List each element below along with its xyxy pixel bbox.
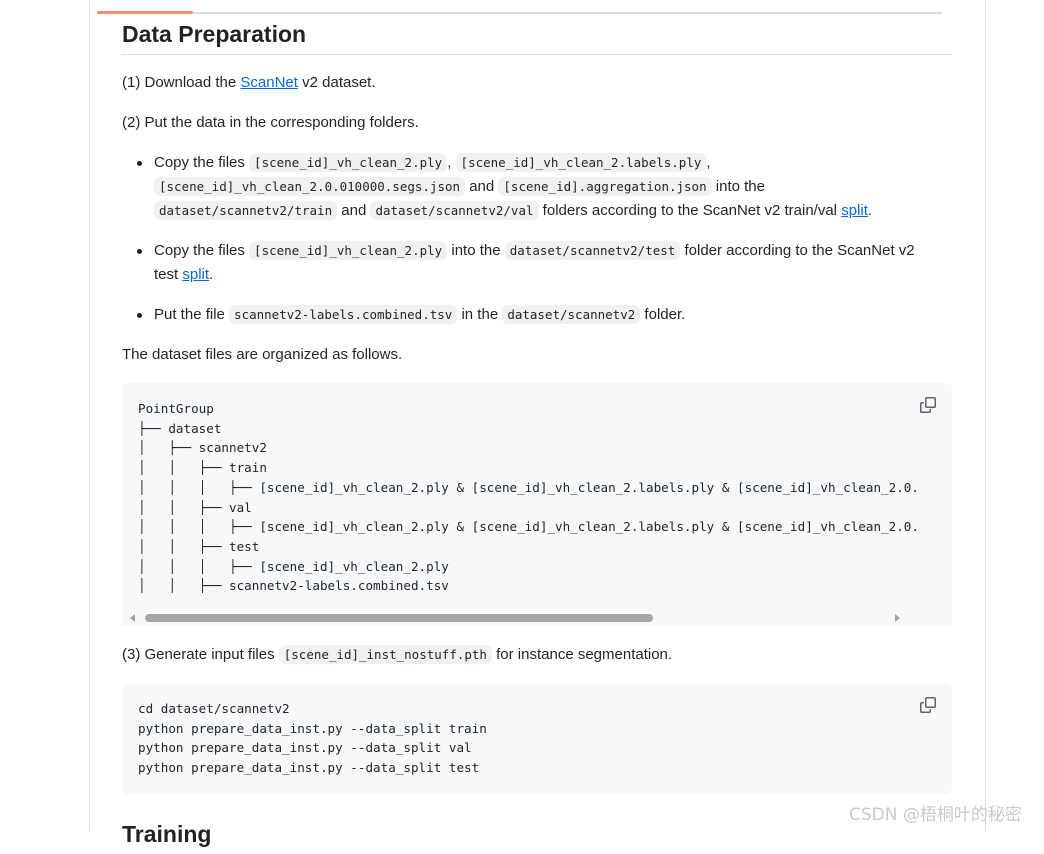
copy-icon[interactable] xyxy=(920,697,936,713)
scroll-right-arrow-icon[interactable] xyxy=(895,614,900,622)
copy-icon[interactable] xyxy=(920,397,936,413)
scroll-left-arrow-icon[interactable] xyxy=(130,614,135,622)
inline-code: [scene_id]_inst_nostuff.pth xyxy=(278,645,492,664)
bullet-dot xyxy=(137,313,142,318)
list-item: Put the file scannetv2-labels.combined.t… xyxy=(122,303,952,327)
step-2-paragraph: (2) Put the data in the corresponding fo… xyxy=(122,114,419,131)
inline-code: dataset/scannetv2/val xyxy=(370,201,539,220)
command-code-block: cd dataset/scannetv2 python prepare_data… xyxy=(122,683,952,794)
watermark: CSDN @梧桐叶的秘密 xyxy=(849,805,1022,825)
inline-code: dataset/scannetv2/test xyxy=(504,241,681,260)
step-1-paragraph: (1) Download the ScanNet v2 dataset. xyxy=(122,74,376,91)
bullet-dot xyxy=(137,249,142,254)
organized-paragraph: The dataset files are organized as follo… xyxy=(122,346,403,363)
inline-code: scannetv2-labels.combined.tsv xyxy=(229,305,458,324)
scrollbar-thumb[interactable] xyxy=(145,614,653,622)
inline-code: [scene_id]_vh_clean_2.ply xyxy=(249,153,448,172)
inline-code: [scene_id]_vh_clean_2.0.010000.segs.json xyxy=(154,177,466,196)
step-3-paragraph: (3) Generate input files [scene_id]_inst… xyxy=(122,645,673,664)
instruction-list: Copy the files [scene_id]_vh_clean_2.ply… xyxy=(122,151,952,327)
inline-code: [scene_id]_vh_clean_2.labels.ply xyxy=(455,153,707,172)
inline-code: [scene_id].aggregation.json xyxy=(498,177,712,196)
inline-code: dataset/scannetv2/train xyxy=(154,201,338,220)
inline-code: [scene_id]_vh_clean_2.ply xyxy=(249,241,448,260)
tab-underline xyxy=(97,12,942,14)
list-item: Copy the files [scene_id]_vh_clean_2.ply… xyxy=(122,239,952,287)
inline-code: dataset/scannetv2 xyxy=(502,305,641,324)
section-heading: Data Preparation xyxy=(122,18,952,55)
list-item: Copy the files [scene_id]_vh_clean_2.ply… xyxy=(122,151,952,223)
scannet-link[interactable]: ScanNet xyxy=(240,74,298,91)
horizontal-scrollbar[interactable] xyxy=(122,610,952,626)
tree-code-block: PointGroup ├── dataset │ ├── scannetv2 │… xyxy=(122,383,952,626)
bullet-dot xyxy=(137,161,142,166)
active-tab-indicator xyxy=(97,11,193,14)
command-code: cd dataset/scannetv2 python prepare_data… xyxy=(138,701,487,776)
tree-code: PointGroup ├── dataset │ ├── scannetv2 │… xyxy=(138,401,919,594)
train-val-split-link[interactable]: split xyxy=(841,202,868,219)
next-section-heading: Training xyxy=(122,821,212,847)
test-split-link[interactable]: split xyxy=(182,266,209,283)
